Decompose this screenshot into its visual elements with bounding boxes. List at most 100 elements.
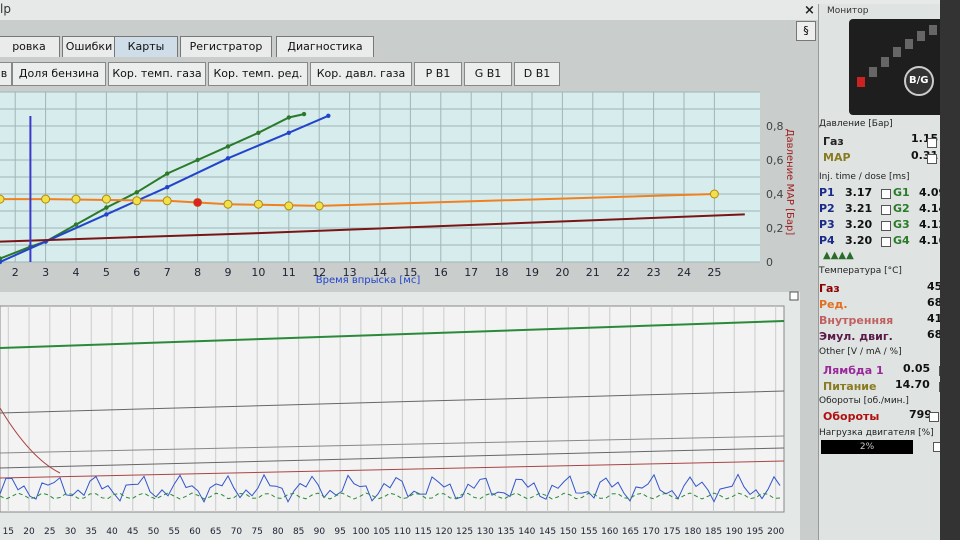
series-point-1 [165, 185, 170, 190]
x-tick-label: 19 [525, 266, 539, 279]
load-section: Нагрузка двигателя [%] [819, 428, 934, 438]
engine-load-bar: 2% [821, 440, 913, 454]
bg-gauge: B/G [849, 19, 945, 115]
chart2-close-checkbox[interactable] [789, 291, 799, 301]
series-point-0 [73, 222, 79, 227]
tab-recorder[interactable]: Регистратор [180, 36, 272, 57]
x-tick-label: 105 [373, 527, 390, 537]
x-tick-label: 180 [684, 527, 701, 537]
subtab-gas-pressure[interactable]: Кор. давл. газа [310, 62, 412, 86]
x-tick-label: 85 [293, 527, 304, 537]
screen-bezel [940, 0, 960, 540]
inj-g2-label: G2 [893, 202, 910, 215]
inj-p4-value: 3.20 [845, 234, 873, 247]
map-node[interactable] [162, 196, 172, 206]
x-tick-label: 130 [477, 527, 494, 537]
map-node[interactable] [253, 199, 263, 209]
map-node[interactable] [284, 201, 294, 211]
x-tick-label: 200 [767, 527, 784, 537]
subtab-db1[interactable]: D B1 [514, 62, 560, 86]
inj-p1-value: 3.17 [845, 186, 873, 199]
power-value: 14.70 [895, 378, 930, 391]
x-tick-label: 23 [647, 266, 661, 279]
x-axis-label: Время впрыска [мс] [316, 275, 421, 286]
tab-diagnostics[interactable]: Диагностика [276, 36, 374, 57]
x-tick-label: 135 [497, 527, 514, 537]
temp-emul-label: Эмул. двиг. [819, 330, 893, 343]
map-node[interactable] [0, 194, 5, 204]
series-point-0 [286, 115, 291, 120]
subtab-pb1[interactable]: P B1 [414, 62, 462, 86]
y-tick-label: 0,8 [766, 120, 784, 133]
settings-icon[interactable]: § [796, 21, 816, 41]
temp-reducer-label: Ред. [819, 298, 848, 311]
x-tick-label: 6 [133, 266, 140, 279]
subtab-reducer-temp[interactable]: Кор. темп. ред. [208, 62, 308, 86]
inj-p3-label: P3 [819, 218, 835, 231]
pressure-map-checkbox[interactable] [927, 154, 937, 164]
title-bar: lp × [0, 0, 960, 20]
x-tick-label: 25 [707, 266, 721, 279]
x-tick-label: 17 [464, 266, 478, 279]
x-tick-label: 18 [495, 266, 509, 279]
x-tick-label: 25 [44, 527, 55, 537]
monitor-panel: Монитор B/G Давление [Бар] Газ 1.15 MAP … [818, 4, 953, 540]
inj-p4-checkbox[interactable] [881, 237, 891, 247]
injector-icons: ▲▲▲▲ [823, 250, 854, 261]
tab-kalibrovka[interactable]: ровка [0, 36, 60, 57]
map-node[interactable] [132, 196, 142, 206]
subtab-gb1[interactable]: G B1 [464, 62, 512, 86]
map-node[interactable] [314, 201, 324, 211]
map-node[interactable] [101, 194, 111, 204]
inj-p2-checkbox[interactable] [881, 205, 891, 215]
selected-node[interactable] [193, 198, 202, 207]
x-tick-label: 115 [415, 527, 432, 537]
subtab-petrol-share[interactable]: Доля бензина [12, 62, 106, 86]
series-point-0 [104, 205, 109, 210]
rpm-section: Обороты [об./мин.] [819, 396, 909, 406]
x-tick-label: 24 [677, 266, 691, 279]
x-tick-label: 145 [539, 527, 556, 537]
pressure-map-label: MAP [823, 151, 851, 164]
map-node[interactable] [71, 194, 81, 204]
inj-p3-checkbox[interactable] [881, 221, 891, 231]
temp-section: Температура [°C] [819, 266, 902, 276]
tab-maps[interactable]: Карты [114, 36, 178, 57]
x-tick-label: 170 [643, 527, 660, 537]
x-tick-label: 40 [106, 527, 118, 537]
x-tick-label: 60 [189, 527, 201, 537]
x-tick-label: 155 [580, 527, 597, 537]
series-point-0 [301, 111, 307, 117]
pressure-section: Давление [Бар] [819, 119, 893, 129]
x-tick-label: 140 [518, 527, 535, 537]
map-node[interactable] [41, 194, 51, 204]
close-icon[interactable]: × [804, 3, 815, 18]
inj-p1-checkbox[interactable] [881, 189, 891, 199]
injection-map-chart[interactable]: 2 3 4 5 6 7 8 9 10 11 12 13 14 15 16 17 18 19 20 21 22 23 24 25… [0, 86, 800, 296]
x-tick-label: 20 [23, 527, 35, 537]
x-tick-label: 65 [210, 527, 221, 537]
series-point-0 [134, 190, 139, 195]
x-tick-label: 9 [225, 266, 232, 279]
pressure-gas-checkbox[interactable] [927, 138, 937, 148]
map-node[interactable] [709, 189, 719, 199]
x-tick-label: 8 [194, 266, 201, 279]
subtab-gas-temp[interactable]: Кор. темп. газа [108, 62, 206, 86]
x-tick-label: 150 [560, 527, 577, 537]
x-tick-label: 3 [42, 266, 49, 279]
x-tick-label: 50 [148, 527, 160, 537]
x-tick-label: 195 [746, 527, 763, 537]
y-tick-label: 0,6 [766, 154, 784, 167]
rpm-checkbox[interactable] [929, 412, 939, 422]
rpm-label: Обороты [823, 410, 880, 423]
x-tick-label: 4 [73, 266, 80, 279]
x-tick-label: 20 [555, 266, 569, 279]
subtab-0[interactable]: в [0, 62, 12, 86]
series-point-1 [225, 156, 231, 161]
map-node[interactable] [223, 199, 233, 209]
y-tick-label: 0 [766, 256, 773, 269]
x-tick-label: 75 [251, 527, 262, 537]
temp-gas-label: Газ [819, 282, 840, 295]
x-tick-label: 160 [601, 527, 618, 537]
tab-errors[interactable]: Ошибки [62, 36, 116, 57]
